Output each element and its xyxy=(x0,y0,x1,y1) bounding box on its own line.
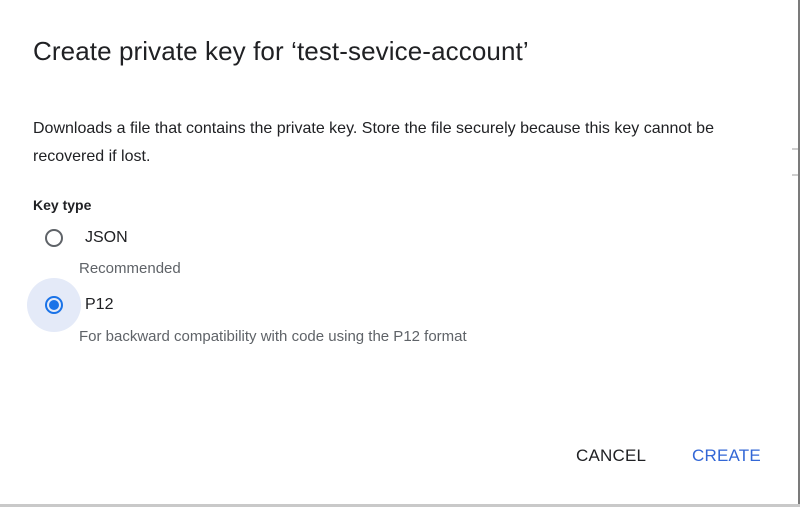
create-private-key-dialog: Create private key for ‘test-sevice-acco… xyxy=(0,0,800,507)
radio-hint-p12: For backward compatibility with code usi… xyxy=(79,328,467,345)
radio-option-p12[interactable]: P12 xyxy=(27,278,113,332)
dialog-title: Create private key for ‘test-sevice-acco… xyxy=(33,36,529,66)
radio-focus-halo-p12 xyxy=(27,278,81,332)
radio-button-p12[interactable] xyxy=(45,296,63,314)
radio-halo-json xyxy=(34,218,74,258)
edge-tick xyxy=(792,148,798,150)
radio-selected-dot-icon xyxy=(49,300,59,310)
radio-label-json[interactable]: JSON xyxy=(85,229,128,247)
radio-button-json[interactable] xyxy=(45,229,63,247)
radio-hint-json: Recommended xyxy=(79,260,181,277)
radio-option-json[interactable]: JSON xyxy=(28,218,128,258)
key-type-label: Key type xyxy=(33,197,92,213)
edge-tick xyxy=(792,174,798,176)
dialog-description: Downloads a file that contains the priva… xyxy=(33,120,714,165)
radio-label-p12[interactable]: P12 xyxy=(85,296,113,314)
cancel-button[interactable]: CANCEL xyxy=(576,446,646,466)
dialog-actions: CANCEL CREATE xyxy=(0,446,800,470)
create-button[interactable]: CREATE xyxy=(692,446,761,466)
